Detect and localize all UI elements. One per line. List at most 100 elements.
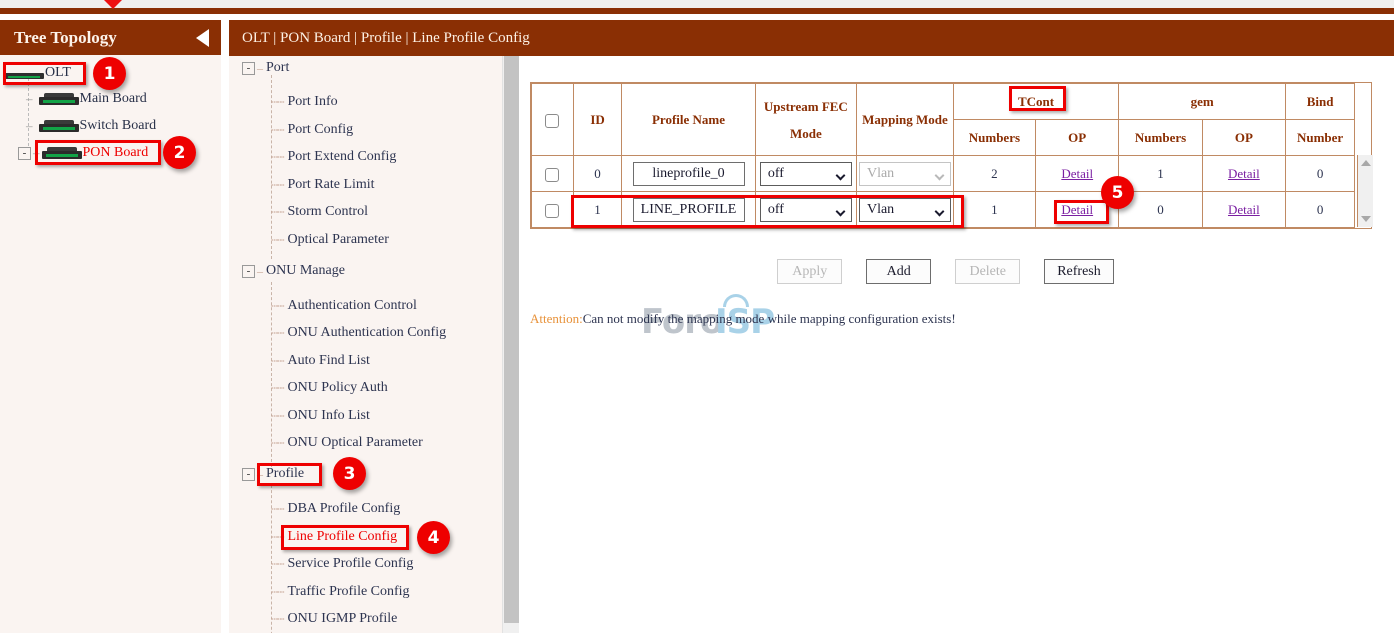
nav-group-port[interactable]: - – Port — [242, 60, 289, 76]
action-buttons: Apply Add Delete Refresh — [519, 259, 1372, 284]
column-header-id: ID — [573, 84, 622, 156]
nav-item-authentication-control[interactable]: ┄┄ Authentication Control — [271, 298, 417, 314]
gem-detail-link[interactable]: Detail — [1228, 202, 1260, 217]
nav-item-onu-policy-auth[interactable]: ┄┄ ONU Policy Auth — [271, 380, 388, 396]
row-bind-number: 0 — [1286, 156, 1355, 192]
tree-node-switch-board[interactable]: – Switch Board — [24, 118, 156, 134]
scroll-down-arrow-icon[interactable] — [1361, 216, 1371, 222]
tcont-detail-link[interactable]: Detail — [1061, 166, 1093, 181]
nav-item-service-profile-config[interactable]: ┄┄ Service Profile Config — [271, 556, 413, 572]
breadcrumb-text: OLT | PON Board | Profile | Line Profile… — [242, 30, 530, 47]
column-header-tcont-numbers: Numbers — [953, 120, 1035, 156]
nav-scrollbar-thumb[interactable] — [504, 48, 519, 623]
nav-expander-icon[interactable]: - — [242, 468, 255, 481]
profile-name-input[interactable]: lineprofile_0 — [633, 162, 745, 186]
nav-branch-dash: – — [257, 61, 262, 76]
row-tcont-numbers: 1 — [953, 192, 1035, 228]
nav-branch-dash: ┄┄ — [271, 326, 283, 341]
nav-item-onu-authentication-config[interactable]: ┄┄ ONU Authentication Config — [271, 325, 446, 341]
row-select-cell — [532, 192, 574, 228]
attention-label: Attention: — [530, 311, 583, 326]
app-window: Tree Topology OLT – Main Board — [0, 0, 1394, 633]
row-bind-number: 0 — [1286, 192, 1355, 228]
row-tcont-numbers: 2 — [953, 156, 1035, 192]
refresh-button[interactable]: Refresh — [1044, 259, 1114, 284]
nav-branch-dash: ┄┄ — [271, 612, 283, 627]
row-checkbox[interactable] — [545, 204, 559, 218]
column-header-tcont-op: OP — [1036, 120, 1119, 156]
nav-item-port-rate-limit[interactable]: ┄┄ Port Rate Limit — [271, 177, 375, 193]
annotation-box-5 — [1054, 200, 1109, 224]
nav-branch-dash: ┄┄ — [271, 95, 283, 110]
nav-item-onu-igmp-profile[interactable]: ┄┄ ONU IGMP Profile — [271, 611, 397, 627]
tree-expander-icon[interactable]: - — [18, 147, 31, 160]
annotation-box-tcont — [1009, 86, 1066, 111]
mapping-mode-value: Vlan — [867, 166, 894, 181]
nav-item-label: DBA Profile Config — [287, 501, 400, 517]
collapse-left-icon[interactable] — [196, 29, 209, 47]
nav-item-onu-info-list[interactable]: ┄┄ ONU Info List — [271, 408, 370, 424]
nav-branch-dash: ┄┄ — [271, 299, 283, 314]
nav-item-optical-parameter[interactable]: ┄┄ Optical Parameter — [271, 232, 389, 248]
row-gem-op-cell: Detail — [1202, 192, 1285, 228]
nav-item-label: ONU Info List — [287, 408, 369, 424]
nav-item-auto-find-list[interactable]: ┄┄ Auto Find List — [271, 353, 370, 369]
scroll-up-arrow-icon[interactable] — [1361, 160, 1371, 166]
row-mapping-mode-cell: Vlan — [857, 156, 954, 192]
wifi-arc-icon — [723, 294, 749, 307]
device-board-icon — [39, 120, 79, 132]
nav-branch-dash: ┄┄ — [271, 354, 283, 369]
tree-node-main-board[interactable]: – Main Board — [24, 91, 147, 107]
upstream-fec-line2: Mode — [756, 125, 857, 142]
nav-item-label: Optical Parameter — [287, 232, 388, 248]
chevron-down-icon — [935, 170, 945, 180]
attention-message: Attention:Can not modify the mapping mod… — [530, 311, 956, 327]
nav-item-label: Port Config — [287, 122, 353, 138]
nav-scrollbar[interactable] — [502, 20, 519, 633]
table-row[interactable]: 0 lineprofile_0 off Vlan — [532, 156, 1372, 192]
window-top-bar — [0, 8, 1394, 14]
nav-group-onu-manage[interactable]: - – ONU Manage — [242, 263, 345, 279]
row-checkbox[interactable] — [545, 168, 559, 182]
column-header-bind-line1: Bind — [1286, 84, 1355, 120]
nav-item-label: Auto Find List — [287, 353, 369, 369]
nav-item-label: Port Extend Config — [287, 149, 396, 165]
nav-branch-dash: ┄┄ — [271, 123, 283, 138]
window-top-gap — [0, 0, 1394, 8]
add-button[interactable]: Add — [866, 259, 931, 284]
table-rows-scrollbar[interactable] — [1357, 155, 1373, 227]
nav-item-dba-profile-config[interactable]: ┄┄ DBA Profile Config — [271, 501, 400, 517]
nav-item-label: Storm Control — [287, 204, 368, 220]
nav-item-port-extend-config[interactable]: ┄┄ Port Extend Config — [271, 149, 396, 165]
nav-item-port-info[interactable]: ┄┄ Port Info — [271, 94, 338, 110]
nav-expander-icon[interactable]: - — [242, 62, 255, 75]
nav-item-port-config[interactable]: ┄┄ Port Config — [271, 122, 353, 138]
row-upstream-fec-cell: off — [755, 156, 857, 192]
tree-node-label: Switch Board — [80, 118, 157, 134]
nav-item-label: Traffic Profile Config — [287, 584, 409, 600]
upstream-fec-mode-select[interactable]: off — [760, 162, 852, 186]
apply-button: Apply — [777, 259, 842, 284]
nav-item-traffic-profile-config[interactable]: ┄┄ Traffic Profile Config — [271, 584, 410, 600]
column-header-gem-numbers: Numbers — [1119, 120, 1202, 156]
breadcrumb: OLT | PON Board | Profile | Line Profile… — [229, 20, 1394, 56]
annotation-badge-4: 4 — [417, 521, 450, 554]
mapping-mode-select: Vlan — [859, 162, 951, 186]
nav-item-label: ONU Authentication Config — [287, 325, 446, 341]
annotation-box-2 — [35, 140, 161, 165]
select-all-checkbox[interactable] — [545, 114, 559, 128]
nav-expander-icon[interactable]: - — [242, 265, 255, 278]
nav-item-label: ONU Optical Parameter — [287, 435, 422, 451]
nav-item-storm-control[interactable]: ┄┄ Storm Control — [271, 204, 368, 220]
nav-branch-dash: ┄┄ — [271, 585, 283, 600]
nav-item-label: Service Profile Config — [287, 556, 413, 572]
row-gem-op-cell: Detail — [1202, 156, 1285, 192]
nav-item-label: ONU Policy Auth — [287, 380, 387, 396]
nav-item-onu-optical-parameter[interactable]: ┄┄ ONU Optical Parameter — [271, 435, 423, 451]
column-header-mapping-mode: Mapping Mode — [857, 84, 954, 156]
tree-topology-header: Tree Topology — [0, 20, 221, 55]
nav-branch-dash: ┄┄ — [271, 409, 283, 424]
nav-item-label: Port Info — [287, 94, 337, 110]
row-select-cell — [532, 156, 574, 192]
gem-detail-link[interactable]: Detail — [1228, 166, 1260, 181]
